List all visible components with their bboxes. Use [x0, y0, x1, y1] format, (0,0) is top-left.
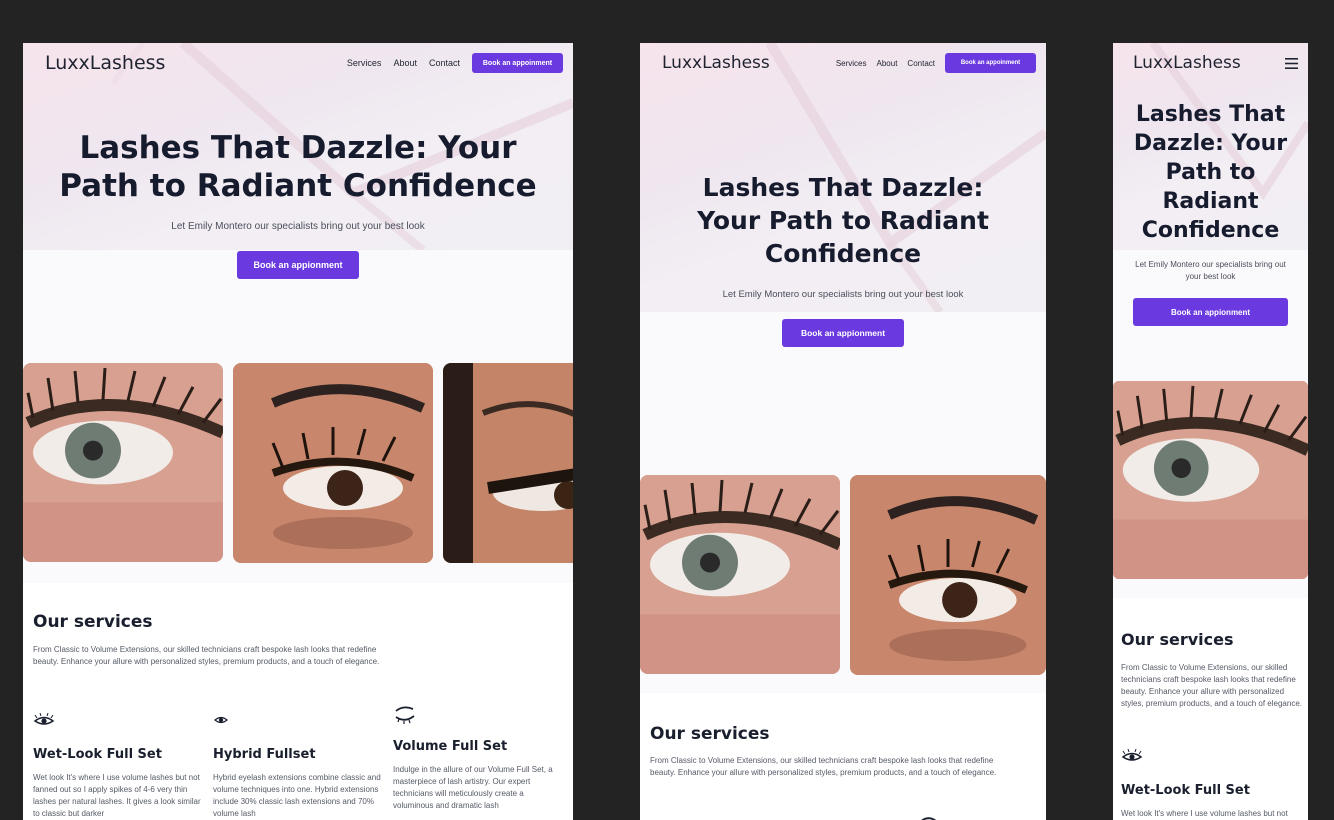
- nav-book-button[interactable]: Book an appoinment: [945, 53, 1036, 73]
- hero-subtitle: Let Emily Montero our specialists bring …: [171, 221, 425, 232]
- service-card-hybrid[interactable]: Hybrid Fullset Hybrid eyelash extensions…: [213, 713, 383, 820]
- nav-services-link[interactable]: Services: [347, 58, 382, 68]
- eye-lash-icon: [33, 713, 55, 725]
- eye-small-icon: [214, 716, 228, 724]
- brand-logo[interactable]: LuxxLashess: [45, 52, 165, 74]
- nav-about-link[interactable]: About: [877, 59, 898, 68]
- eye-photo-brown: [850, 475, 1046, 675]
- mobile-frame: LuxxLashess Lashes That Dazzle: Your Pat…: [1113, 43, 1308, 820]
- hero-subtitle: Let Emily Montero our specialists bring …: [722, 289, 964, 300]
- nav-book-button[interactable]: Book an appoinment: [472, 53, 563, 73]
- navbar: LuxxLashess Services About Contact Book …: [640, 43, 1046, 83]
- service-card-wet-look[interactable]: Wet-Look Full Set Wet look It's where I …: [33, 713, 203, 820]
- hero-book-button[interactable]: Book an appionment: [1133, 298, 1288, 326]
- nav-contact-link[interactable]: Contact: [907, 59, 935, 68]
- services-title: Our services: [1121, 630, 1234, 649]
- services-title: Our services: [650, 724, 770, 744]
- service-name: Hybrid Fullset: [213, 747, 316, 762]
- eye-photo-brown: [233, 363, 433, 563]
- hero-book-button[interactable]: Book an appionment: [237, 251, 359, 279]
- service-name: Volume Full Set: [393, 739, 508, 754]
- brand-logo[interactable]: LuxxLashess: [662, 53, 770, 73]
- eye-lash-icon: [1121, 749, 1143, 761]
- service-card-wet-look[interactable]: Wet-Look Full Set Wet look It's where I …: [1121, 749, 1303, 820]
- service-description: Hybrid eyelash extensions combine classi…: [213, 773, 381, 818]
- services-description: From Classic to Volume Extensions, our s…: [33, 645, 380, 666]
- eye-photo-green: [23, 363, 223, 562]
- service-name: Wet-Look Full Set: [1121, 783, 1250, 798]
- brand-logo[interactable]: LuxxLashess: [1133, 53, 1241, 73]
- service-description: Indulge in the allure of our Volume Full…: [393, 765, 553, 810]
- services-description: From Classic to Volume Extensions, our s…: [650, 756, 997, 777]
- navbar: LuxxLashess Services About Contact Book …: [23, 43, 573, 83]
- service-description: Wet look It's where I use volume lashes …: [1121, 809, 1288, 818]
- desktop-frame: LuxxLashess Services About Contact Book …: [23, 43, 573, 820]
- closed-eye-icon: [395, 706, 415, 724]
- navbar: LuxxLashess: [1113, 43, 1308, 83]
- closed-eye-icon: [921, 817, 937, 820]
- nav-about-link[interactable]: About: [393, 58, 417, 68]
- nav-services-link[interactable]: Services: [836, 59, 867, 68]
- services-title: Our services: [33, 612, 153, 632]
- service-name: Wet-Look Full Set: [33, 747, 162, 762]
- hero-title: Lashes That Dazzle: Your Path to Radiant…: [59, 130, 537, 204]
- hero-title: Lashes That Dazzle: Your Path to Radiant…: [1133, 102, 1288, 243]
- service-description: Wet look It's where I use volume lashes …: [33, 773, 201, 818]
- service-card-volume[interactable]: Volume Full Set Indulge in the allure of…: [393, 703, 563, 812]
- hero-subtitle: Let Emily Montero our specialists bring …: [1135, 260, 1286, 281]
- eye-photo-side: [443, 363, 573, 563]
- services-description: From Classic to Volume Extensions, our s…: [1121, 663, 1302, 708]
- eye-photo-green: [1113, 381, 1308, 579]
- hamburger-menu-icon[interactable]: [1285, 57, 1298, 69]
- nav-contact-link[interactable]: Contact: [429, 58, 460, 68]
- eye-photo-green: [640, 475, 840, 674]
- hero-book-button[interactable]: Book an appionment: [782, 319, 904, 347]
- hero-title: Lashes That Dazzle: Your Path to Radiant…: [697, 173, 989, 268]
- tablet-frame: LuxxLashess Services About Contact Book …: [640, 43, 1046, 820]
